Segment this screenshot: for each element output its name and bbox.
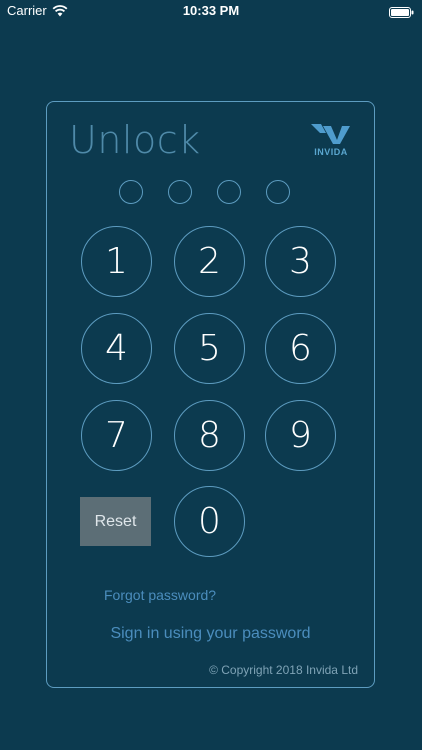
pin-indicator bbox=[119, 180, 290, 204]
reset-button[interactable]: Reset bbox=[80, 497, 151, 546]
key-7[interactable]: 7 bbox=[81, 400, 152, 471]
copyright-text: © Copyright 2018 Invida Ltd bbox=[209, 663, 358, 677]
key-3[interactable]: 3 bbox=[265, 226, 336, 297]
logo-text: INVIDA bbox=[314, 147, 348, 157]
unlock-panel: Unlock INVIDA 1 2 3 4 5 6 7 8 9 Reset 0 … bbox=[46, 101, 375, 688]
pin-dot bbox=[217, 180, 241, 204]
status-bar: Carrier 10:33 PM bbox=[0, 0, 422, 22]
key-6[interactable]: 6 bbox=[265, 313, 336, 384]
key-0[interactable]: 0 bbox=[174, 486, 245, 557]
pin-dot bbox=[168, 180, 192, 204]
status-time: 10:33 PM bbox=[182, 3, 240, 18]
key-1[interactable]: 1 bbox=[81, 226, 152, 297]
key-9[interactable]: 9 bbox=[265, 400, 336, 471]
pin-dot bbox=[266, 180, 290, 204]
invida-logo: INVIDA bbox=[309, 122, 353, 158]
key-4[interactable]: 4 bbox=[81, 313, 152, 384]
sign-in-with-password-link[interactable]: Sign in using your password bbox=[47, 625, 374, 643]
page-title: Unlock bbox=[69, 118, 201, 162]
key-5[interactable]: 5 bbox=[174, 313, 245, 384]
key-2[interactable]: 2 bbox=[174, 226, 245, 297]
forgot-password-link[interactable]: Forgot password? bbox=[104, 587, 216, 603]
pin-dot bbox=[119, 180, 143, 204]
key-8[interactable]: 8 bbox=[174, 400, 245, 471]
battery-icon bbox=[389, 5, 414, 18]
